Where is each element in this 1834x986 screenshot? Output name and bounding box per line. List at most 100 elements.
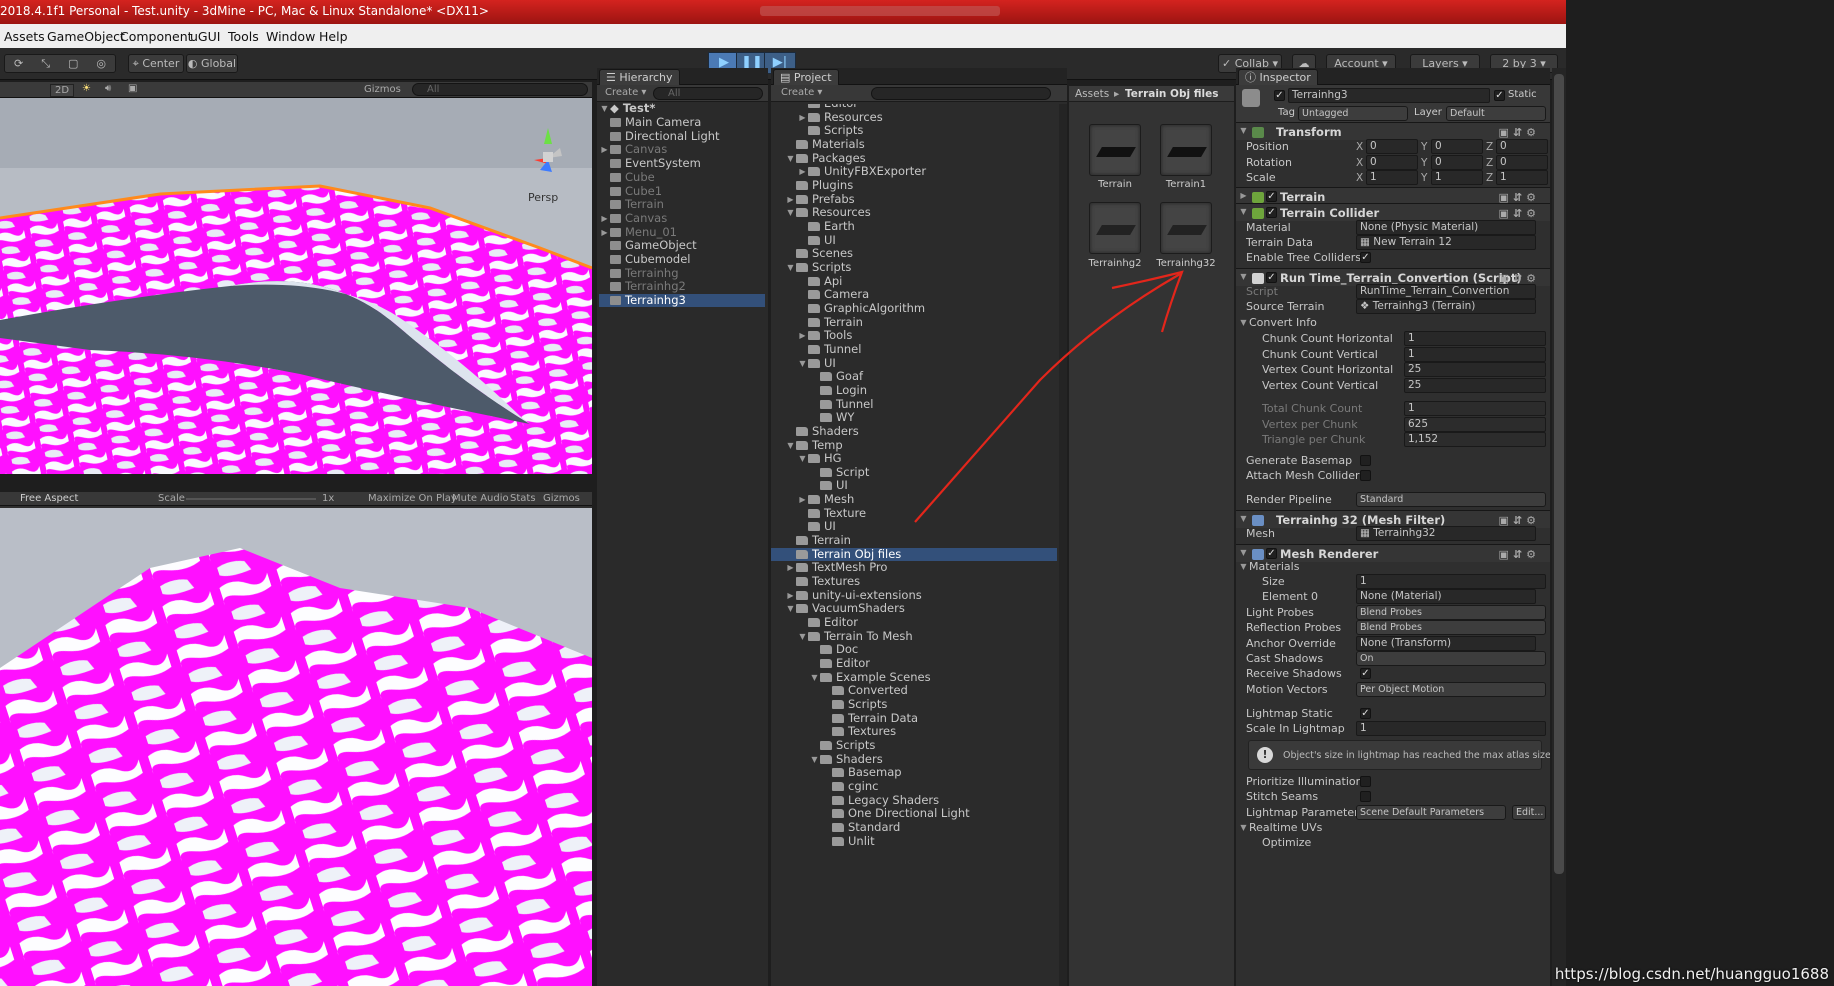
project-folder[interactable]: Textures (771, 575, 1057, 588)
receive-shadows-checkbox[interactable]: ✓ (1360, 668, 1371, 679)
effects-toggle-icon[interactable]: ▣ (128, 83, 137, 94)
mesh-field[interactable]: ▦ Terrainhg32 (1356, 526, 1536, 541)
lighting-toggle-icon[interactable]: ☀ (82, 83, 91, 94)
lightmap-parameters-dropdown[interactable]: Scene Default Parameters (1356, 805, 1506, 820)
terrain-data-field[interactable]: ▦ New Terrain 12 (1356, 235, 1536, 250)
game-viewport[interactable] (0, 508, 592, 986)
rotate-tool-icon[interactable]: ⟳ (14, 55, 23, 72)
menu-window[interactable]: Window (266, 29, 315, 44)
motion-vectors-dropdown[interactable]: Per Object Motion (1356, 682, 1546, 697)
project-folder[interactable]: ▶ unity-ui-extensions (771, 588, 1057, 602)
breadcrumb-assets[interactable]: Assets (1075, 88, 1109, 100)
menu-ugui[interactable]: uGUI (190, 29, 220, 44)
lightmap-static-checkbox[interactable]: ✓ (1360, 708, 1371, 719)
project-folder[interactable]: UI (771, 233, 1057, 247)
terrain-collider-header[interactable]: ▼ ✓ Terrain Collider ▣⇵⚙ (1236, 203, 1550, 221)
terrain-enabled-checkbox[interactable]: ✓ (1266, 191, 1277, 202)
stitch-seams-checkbox[interactable] (1360, 791, 1371, 802)
expand-arrow-icon[interactable]: ▶ (785, 589, 796, 602)
expand-arrow-icon[interactable]: ▼ (797, 630, 808, 643)
enable-tree-colliders-checkbox[interactable]: ✓ (1360, 252, 1371, 263)
menu-tools[interactable]: Tools (228, 29, 259, 44)
project-folder[interactable]: Terrain Data (771, 711, 1057, 725)
hierarchy-item[interactable]: ▶ Canvas (599, 211, 765, 225)
expand-arrow-icon[interactable]: ▶ (797, 329, 808, 342)
hierarchy-item[interactable]: ▶ Menu_01 (599, 225, 765, 239)
rect-tool-icon[interactable]: ▢ (68, 55, 78, 72)
project-folder[interactable]: ▼ Terrain To Mesh (771, 629, 1057, 643)
hierarchy-item[interactable]: Terrain (599, 198, 765, 211)
mute-audio-toggle[interactable]: Mute Audio (452, 493, 509, 504)
project-search-input[interactable] (871, 87, 1051, 100)
expand-arrow-icon[interactable]: ▶ (797, 165, 808, 178)
active-checkbox[interactable]: ✓ (1274, 90, 1285, 101)
breadcrumb-current[interactable]: Terrain Obj files (1125, 88, 1219, 100)
tab-project[interactable]: ▤ Project (773, 69, 839, 85)
hierarchy-item[interactable]: Cubemodel (599, 253, 765, 266)
stats-toggle[interactable]: Stats (510, 493, 536, 504)
menu-gameobject[interactable]: GameObject (47, 29, 125, 44)
menu-component[interactable]: Component (120, 29, 193, 44)
convert-param-field[interactable]: 25 (1404, 377, 1546, 393)
expand-arrow-icon[interactable]: ▶ (599, 226, 610, 239)
project-folder[interactable]: ▼ Example Scenes (771, 670, 1057, 684)
hierarchy-item[interactable]: Terrainhg (599, 266, 765, 280)
project-folder[interactable]: ▼ Packages (771, 151, 1057, 165)
maximize-on-play-toggle[interactable]: Maximize On Play (368, 493, 457, 504)
object-name-input[interactable]: Terrainhg3 (1288, 88, 1490, 103)
scale-tool-icon[interactable]: ⤡ (41, 55, 50, 72)
pivot-global-toggle[interactable]: ◐ Global (186, 54, 238, 73)
hierarchy-item[interactable]: ▶ Canvas (599, 143, 765, 156)
project-folder[interactable]: Scenes (771, 247, 1057, 260)
transform-x-field[interactable]: 0 (1366, 139, 1418, 154)
script-field[interactable]: RunTime_Terrain_Convertion (1356, 284, 1536, 299)
expand-arrow-icon[interactable]: ▼ (797, 357, 808, 370)
project-folder[interactable]: cginc (771, 780, 1057, 793)
project-folder[interactable]: Basemap (771, 766, 1057, 779)
project-create-button[interactable]: Create ▾ (781, 87, 822, 98)
project-folder[interactable]: One Directional Light (771, 807, 1057, 820)
project-folder[interactable]: Scripts (771, 739, 1057, 752)
generate-basemap-checkbox[interactable] (1360, 455, 1371, 466)
audio-toggle-icon[interactable]: 🔊︎ (105, 83, 111, 94)
renderer-enabled-checkbox[interactable]: ✓ (1266, 548, 1277, 559)
tag-dropdown[interactable]: Untagged (1298, 106, 1408, 121)
realtime-uvs-foldout[interactable]: ▼ Realtime UVs (1238, 821, 1322, 834)
transform-x-field[interactable]: 1 (1366, 170, 1418, 185)
expand-arrow-icon[interactable]: ▶ (599, 143, 610, 156)
transform-x-field[interactable]: 0 (1366, 154, 1418, 170)
collider-material-field[interactable]: None (Physic Material) (1356, 220, 1536, 235)
project-folder[interactable]: Textures (771, 725, 1057, 738)
scene-search-input[interactable]: All (412, 83, 588, 96)
light-probes-dropdown[interactable]: Blend Probes (1356, 605, 1546, 620)
render-pipeline-dropdown[interactable]: Standard (1356, 492, 1546, 507)
materials-foldout[interactable]: ▼ Materials (1238, 560, 1299, 573)
layer-dropdown[interactable]: Default (1446, 106, 1546, 121)
source-terrain-field[interactable]: ❖ Terrainhg3 (Terrain) (1356, 299, 1536, 314)
convert-param-field[interactable]: 1 (1404, 346, 1546, 362)
asset-thumb-terrain[interactable] (1089, 124, 1141, 176)
hierarchy-item[interactable]: Terrainhg2 (599, 280, 765, 293)
project-folder[interactable]: ▼ Shaders (771, 752, 1057, 766)
hierarchy-search-input[interactable]: All (653, 87, 763, 100)
materials-size-field[interactable]: 1 (1356, 574, 1546, 589)
project-folder[interactable]: Plugins (771, 178, 1057, 192)
project-folder[interactable]: ▶ Prefabs (771, 192, 1057, 206)
hierarchy-item[interactable]: Cube (599, 170, 765, 184)
scene-viewport[interactable]: Persp (0, 98, 592, 474)
expand-arrow-icon[interactable]: ▼ (785, 602, 796, 615)
reflection-probes-dropdown[interactable]: Blend Probes (1356, 620, 1546, 635)
project-folder[interactable]: ▼ VacuumShaders (771, 602, 1057, 615)
transform-component-header[interactable]: ▼ Transform ▣⇵⚙ (1236, 122, 1550, 140)
convert-info-foldout[interactable]: ▼ Convert Info (1238, 316, 1316, 329)
expand-arrow-icon[interactable]: ▼ (785, 261, 796, 274)
project-folder[interactable]: Earth (771, 219, 1057, 233)
convert-param-field[interactable]: 25 (1404, 362, 1546, 377)
transform-y-field[interactable]: 0 (1431, 139, 1483, 154)
element0-field[interactable]: None (Material) (1356, 589, 1536, 604)
project-folder[interactable]: Converted (771, 684, 1057, 697)
transform-z-field[interactable]: 0 (1496, 154, 1548, 170)
hierarchy-create-button[interactable]: Create ▾ (605, 87, 646, 98)
hierarchy-item[interactable]: Main Camera (599, 116, 765, 129)
anchor-override-field[interactable]: None (Transform) (1356, 636, 1536, 651)
